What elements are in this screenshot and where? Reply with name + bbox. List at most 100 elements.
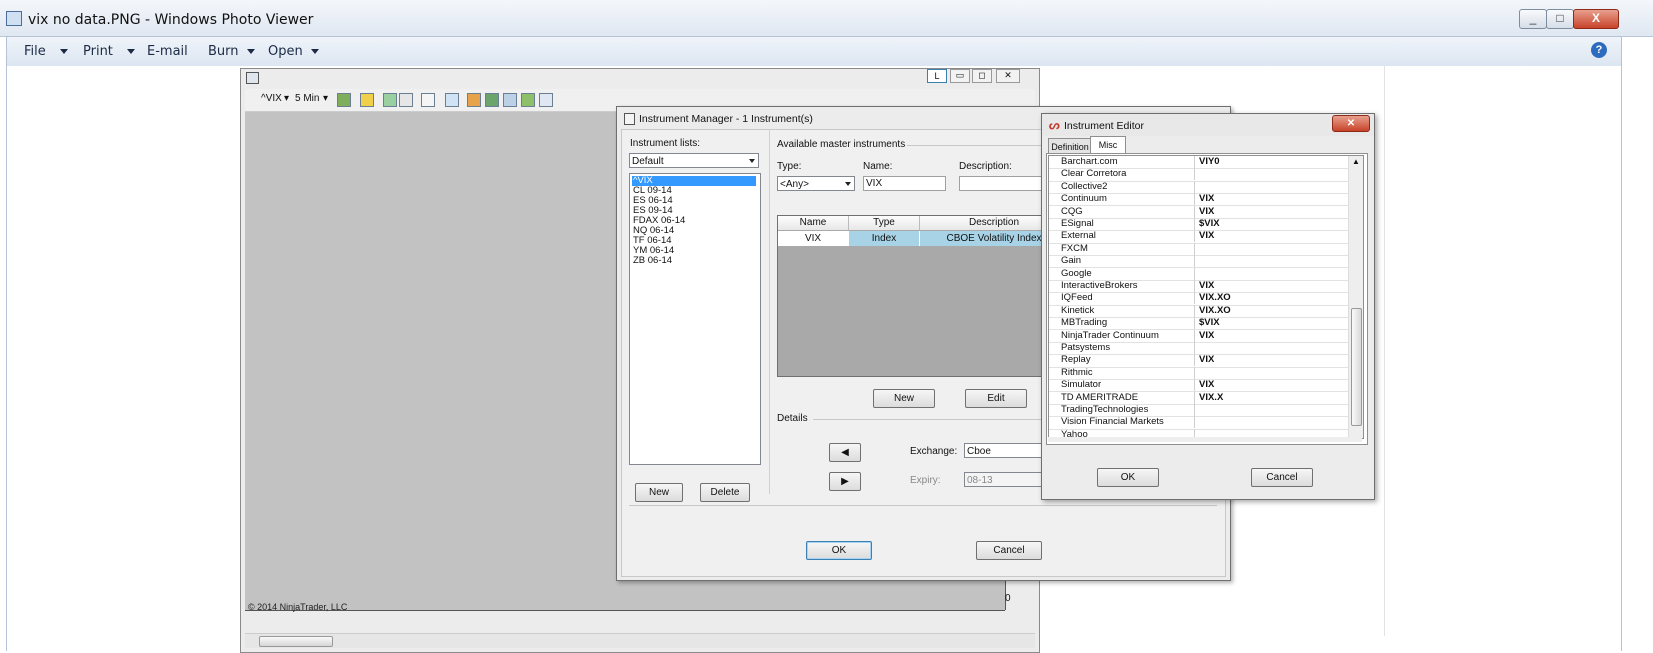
editor-close-button[interactable]: ✕ [1332,115,1370,132]
chart-scrollbar[interactable] [245,633,1035,648]
chart-minimize-button[interactable]: ▭ [950,69,970,83]
scrollbar-thumb[interactable] [1351,308,1362,426]
chart-maximize-button[interactable]: ◻ [972,69,992,83]
table-row[interactable]: Kinetick VIX.XO [1049,304,1348,319]
table-row[interactable]: Barchart.com VIY0 [1049,156,1348,170]
editor-cancel-button[interactable]: Cancel [1251,468,1313,487]
instrument-selector[interactable]: ^VIX [261,93,282,104]
grid-edit-button[interactable]: Edit [965,389,1027,408]
chart-window-badge[interactable]: L [927,69,947,83]
table-row[interactable]: Gain [1049,255,1348,269]
provider-symbol-table[interactable]: Barchart.com VIY0 Clear Corretora Collect… [1048,155,1364,439]
chevron-down-icon [749,159,755,163]
table-row[interactable]: MBTrading $VIX [1049,317,1348,331]
previous-button[interactable]: ◀ [829,443,861,462]
table-row[interactable]: TradingTechnologies [1049,404,1348,418]
interval-selector[interactable]: 5 Min [295,93,319,104]
name-field[interactable]: VIX [863,176,946,191]
available-instruments-label: Available master instruments [777,139,906,150]
cursor-icon[interactable] [421,93,435,107]
eraser-icon[interactable] [399,93,413,107]
grid-cell-type[interactable]: Index [849,231,919,246]
table-row[interactable]: External VIX [1049,230,1348,244]
instrument-editor-titlebar: ᔕ Instrument Editor ✕ [1042,114,1374,136]
footer-divider [629,505,1217,506]
instrument-lists-label: Instrument lists: [630,138,701,149]
instrument-manager-icon [624,113,635,125]
grid-header-type[interactable]: Type [849,216,920,230]
zoom-icon[interactable] [445,93,459,107]
exchange-label: Exchange: [910,446,958,457]
chart-close-button[interactable]: ✕ [996,69,1020,83]
instrument-listbox[interactable]: ^VIX CL 09-14 ES 06-14 ES 09-14 FDAX 06-… [629,173,761,465]
chart-window-icon [246,72,259,84]
instrument-editor-dialog: ᔕ Instrument Editor ✕ Definition Misc Ba… [1041,113,1375,500]
table-row[interactable]: Patsystems [1049,342,1348,356]
table-row[interactable]: InteractiveBrokers VIX [1049,280,1348,294]
data-box-icon[interactable] [521,93,535,107]
list-delete-button[interactable]: Delete [700,483,750,502]
menu-print[interactable]: Print [83,44,135,59]
grid-cell-name[interactable]: VIX [778,231,848,246]
instrument-list-select[interactable]: Default [629,153,759,168]
chevron-up-icon[interactable]: ▲ [1352,157,1360,166]
list-new-button[interactable]: New [635,483,683,502]
chart-time-axis-line [245,610,1005,611]
chevron-down-icon[interactable]: ▾ [323,93,328,104]
table-row[interactable]: IQFeed VIX.XO [1049,292,1348,306]
grid-new-button[interactable]: New [873,389,935,408]
ninjatrader-logo-icon: ᔕ [1049,118,1060,132]
table-row[interactable]: FXCM [1049,242,1348,257]
layout-icon[interactable] [539,93,553,107]
table-row[interactable]: CQG VIX [1049,205,1348,219]
chevron-down-icon [126,49,135,54]
chevron-down-icon[interactable]: ▾ [284,93,289,104]
table-row[interactable]: Clear Corretora [1049,168,1348,182]
next-button[interactable]: ▶ [829,472,861,491]
photo-viewer-app-icon [6,11,22,26]
image-border-right [1384,66,1385,636]
table-row[interactable]: Continuum VIX [1049,193,1348,207]
scrollbar-thumb[interactable] [259,636,333,647]
type-select[interactable]: <Any> [777,176,855,191]
maximize-button[interactable]: □ [1546,9,1574,29]
details-label: Details [777,413,808,424]
pencil-icon[interactable] [360,93,374,107]
chart-properties-icon[interactable] [503,93,517,107]
chart-copyright: © 2014 NinjaTrader, LLC [248,602,348,612]
menu-email[interactable]: E-mail [147,44,188,59]
pin-icon[interactable] [383,93,397,107]
grid-header-name[interactable]: Name [778,216,849,230]
expiry-label: Expiry: [910,475,941,486]
table-row[interactable]: Google [1049,267,1348,281]
minimize-button[interactable]: _ [1519,9,1547,29]
table-row[interactable]: Vision Financial Markets [1049,416,1348,430]
indicators-icon[interactable] [467,93,481,107]
table-horizontal-scrollbar[interactable] [1048,437,1362,442]
menu-open[interactable]: Open [268,44,319,59]
menu-file[interactable]: File [24,44,68,59]
close-button[interactable]: X [1573,9,1619,29]
editor-ok-button[interactable]: OK [1097,468,1159,487]
chevron-down-icon [845,182,851,186]
table-row[interactable]: ESignal $VIX [1049,218,1348,232]
strategies-icon[interactable] [485,93,499,107]
table-row[interactable]: Collective2 [1049,180,1348,195]
list-item[interactable]: ZB 06-14 [633,256,672,266]
table-row[interactable]: Rithmic [1049,366,1348,381]
bar-type-icon[interactable] [337,93,351,107]
window-title: vix no data.PNG - Windows Photo Viewer [28,12,314,28]
table-row[interactable]: Replay VIX [1049,354,1348,368]
instrument-editor-title: Instrument Editor [1064,120,1144,132]
help-icon[interactable]: ? [1591,42,1607,58]
chevron-down-icon [246,49,255,54]
table-row[interactable]: TD AMERITRADE VIX.X [1049,391,1348,405]
table-vertical-scrollbar[interactable]: ▲ [1348,156,1363,438]
table-row[interactable]: NinjaTrader Continuum VIX [1049,329,1348,343]
table-row[interactable]: Simulator VIX [1049,379,1348,393]
menu-burn[interactable]: Burn [208,44,255,59]
left-panel-divider [769,129,770,494]
instrument-manager-title: Instrument Manager - 1 Instrument(s) [639,113,813,125]
cancel-button[interactable]: Cancel [976,541,1042,560]
ok-button[interactable]: OK [806,541,872,560]
